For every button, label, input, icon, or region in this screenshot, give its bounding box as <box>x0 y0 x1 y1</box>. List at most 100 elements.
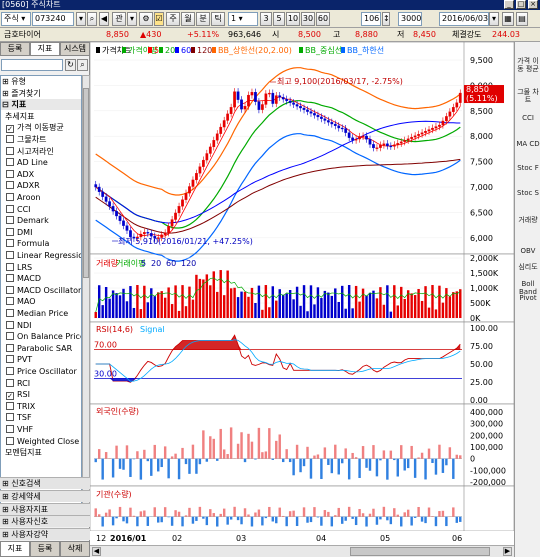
right-tool-5[interactable]: Stoc S <box>516 189 540 197</box>
tab-indicator[interactable]: 지표 <box>30 42 60 56</box>
refresh-icon[interactable]: ↻ <box>65 59 76 71</box>
indicator-checkbox[interactable] <box>6 401 14 410</box>
indicator-item[interactable]: 그물차트 <box>2 134 46 145</box>
section-4[interactable]: ⊞ 사용자강약 <box>0 528 90 541</box>
expand-icon[interactable]: ⊞ <box>2 505 11 514</box>
indicator-item[interactable]: Demark <box>2 215 49 226</box>
expand-icon[interactable]: ⊞ <box>2 492 11 501</box>
right-tool-10[interactable]: Pivot <box>516 294 540 302</box>
indicator-item[interactable]: 시고저라인 <box>2 146 54 157</box>
period-button-9[interactable]: 30 <box>301 12 315 26</box>
indicator-item[interactable]: RCI <box>2 378 30 389</box>
indicator-checkbox[interactable] <box>6 146 14 155</box>
right-tool-3[interactable]: MA CD <box>516 140 540 148</box>
bar-count-input[interactable]: 106 <box>361 12 381 26</box>
bottom-tab-delete[interactable]: 삭제 <box>60 541 90 557</box>
expand-icon[interactable]: ⊞ <box>2 517 11 526</box>
indicator-checkbox[interactable] <box>6 297 14 306</box>
minimize-icon[interactable]: _ <box>504 0 514 9</box>
chart-area[interactable]: 9,5009,0008,5008,0007,5007,0006,5006,000… <box>89 41 515 545</box>
indicator-checkbox[interactable] <box>6 274 14 283</box>
period-button-7[interactable]: 5 <box>273 12 285 26</box>
prev-icon[interactable]: ◀ <box>99 12 109 26</box>
indicator-item[interactable]: LRS <box>2 262 32 273</box>
right-tool-2[interactable]: CCI <box>516 114 540 122</box>
scroll-left-icon[interactable]: ◀ <box>92 547 101 556</box>
period-button-10[interactable]: 60 <box>316 12 330 26</box>
indicator-item[interactable]: Aroon <box>2 192 40 203</box>
indicator-checkbox[interactable] <box>6 343 14 352</box>
collapse-icon[interactable]: ⊟ <box>2 100 12 109</box>
period-button-3[interactable]: 분 <box>196 12 210 26</box>
section-2[interactable]: ⊞ 사용자지표 <box>0 502 90 515</box>
indicator-checkbox[interactable] <box>6 193 14 201</box>
indicator-checkbox[interactable] <box>6 355 14 364</box>
code-dropdown-icon[interactable]: ▾ <box>76 12 86 26</box>
chevron-icon[interactable]: ▾ <box>127 12 137 26</box>
indicator-checkbox[interactable] <box>6 169 14 178</box>
expand-icon[interactable]: ⊞ <box>2 77 11 86</box>
section-1[interactable]: ⊞ 강세약세 <box>0 489 90 502</box>
indicator-search-input[interactable] <box>1 59 63 71</box>
indicator-item[interactable]: TSF <box>2 412 32 423</box>
calendar-icon[interactable]: ▾ <box>489 12 499 26</box>
indicator-checkbox[interactable] <box>6 216 14 225</box>
checkbox-icon[interactable]: ☑ <box>154 12 164 26</box>
indicator-item[interactable]: PVT <box>2 354 32 365</box>
indicator-item[interactable]: Linear Regression <box>2 250 81 261</box>
expand-icon[interactable]: ⊞ <box>2 479 11 488</box>
period-button-4[interactable]: 틱 <box>211 12 225 26</box>
h-scroll-thumb[interactable] <box>350 547 490 556</box>
indicator-item[interactable]: On Balance Price <box>2 331 81 342</box>
indicator-item[interactable]: Weighted Close <box>2 436 79 447</box>
maximize-icon[interactable]: □ <box>516 0 526 9</box>
indicator-item[interactable]: ADX <box>2 169 34 180</box>
indicator-item[interactable]: 모멘텀지표 <box>2 447 42 458</box>
indicator-checkbox[interactable] <box>6 285 14 294</box>
indicator-checkbox[interactable] <box>6 309 14 317</box>
market-select[interactable]: 주식 ▾ <box>1 12 31 26</box>
indicator-item[interactable]: AD Line <box>2 157 48 168</box>
layout-icon[interactable]: ▤ <box>516 12 528 26</box>
indicator-item[interactable]: ✓ RSI <box>2 389 30 401</box>
right-tool-1[interactable]: 그물 차트 <box>516 88 540 104</box>
total-count-input[interactable]: 3000 <box>398 12 422 26</box>
search-icon[interactable]: ⌕ <box>87 12 97 26</box>
period-button-0[interactable]: 관 <box>112 12 126 26</box>
indicator-item[interactable]: NDI <box>2 320 32 331</box>
indicator-item[interactable]: MACD Oscillator <box>2 285 81 296</box>
tab-system[interactable]: 시스템 <box>60 42 90 56</box>
indicator-item[interactable]: ✓ 가격 이동평균 <box>2 122 64 134</box>
bottom-tab-register[interactable]: 등록 <box>30 541 60 557</box>
indicator-checkbox[interactable] <box>6 425 14 433</box>
right-tool-0[interactable]: 가격 이동 평균 <box>516 57 540 73</box>
indicator-item[interactable]: Price Oscillator <box>2 366 77 377</box>
indicator-item[interactable]: Median Price <box>2 308 68 319</box>
indicator-checkbox[interactable] <box>6 436 14 445</box>
indicator-checkbox[interactable] <box>6 413 14 422</box>
indicator-item[interactable]: 추세지표 <box>2 111 34 122</box>
indicator-item[interactable]: Parabolic SAR <box>2 343 72 354</box>
indicator-checkbox[interactable] <box>6 158 14 167</box>
code-input[interactable]: 073240 <box>32 12 74 26</box>
period-button-2[interactable]: 월 <box>181 12 195 26</box>
indicator-checkbox[interactable] <box>6 204 14 213</box>
right-tool-7[interactable]: OBV <box>516 247 540 255</box>
settings-icon[interactable]: ⚙ <box>139 12 153 26</box>
list-scrollbar[interactable] <box>82 75 90 507</box>
scroll-right-icon[interactable]: ▶ <box>503 547 512 556</box>
close-icon[interactable]: × <box>528 0 538 9</box>
period-button-8[interactable]: 10 <box>286 12 300 26</box>
bottom-tab-indicator[interactable]: 지표 <box>0 541 30 557</box>
indicator-item[interactable]: CCI <box>2 204 31 215</box>
section-3[interactable]: ⊞ 사용자신호 <box>0 515 90 528</box>
indicator-item[interactable]: ⊞ 즐겨찾기 <box>2 88 41 99</box>
expand-icon[interactable]: ⊞ <box>2 89 11 98</box>
indicator-item[interactable]: ADXR <box>2 180 40 191</box>
interval-select[interactable]: 1 ▾ <box>228 12 258 26</box>
indicator-checkbox[interactable] <box>6 332 14 341</box>
tab-register[interactable]: 등록 <box>0 42 30 56</box>
period-button-1[interactable]: 주 <box>166 12 180 26</box>
chart-svg[interactable]: 9,5009,0008,5008,0007,5007,0006,5006,000… <box>89 41 515 545</box>
indicator-checkbox[interactable]: ✓ <box>6 125 14 134</box>
